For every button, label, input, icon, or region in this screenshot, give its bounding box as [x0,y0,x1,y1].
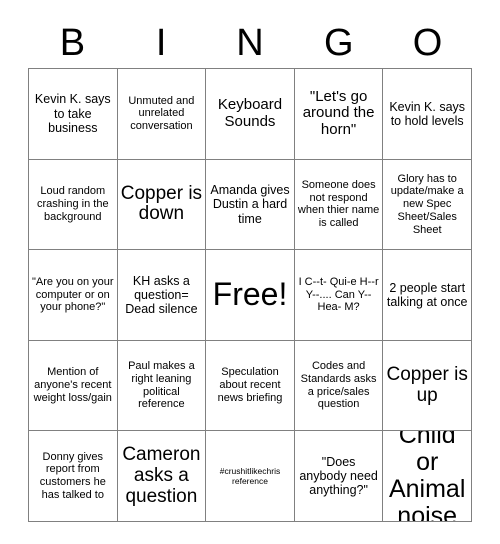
bingo-cell-text: Codes and Standards asks a price/sales q… [300,360,377,411]
bingo-cell-r2-c2[interactable]: Copper is down [117,159,207,251]
bingo-cell-r3-c4[interactable]: I C--t- Qui-e H--r Y--.... Can Y-- Hea- … [294,250,384,341]
bingo-cell-r5-c3[interactable]: #crushitlikechris reference [206,431,295,522]
bingo-header-letter-g: G [324,22,354,64]
bingo-cell-text: Mention of anyone's recent weight loss/g… [33,366,112,404]
bingo-cell-r2-c4[interactable]: Someone does not respond when thier name… [294,159,384,251]
bingo-cell-r2-c5[interactable]: Glory has to update/make a new Spec Shee… [383,159,472,251]
bingo-cell-r5-c5[interactable]: Child or Animal noise [383,431,472,522]
bingo-cell-text: Copper is up [386,363,468,406]
bingo-cell-text: Child or Animal noise [388,431,466,522]
bingo-grid: Kevin K. says to take business Unmuted an… [28,68,472,522]
bingo-cell-r2-c1[interactable]: Loud random crashing in the background [29,159,118,251]
bingo-cell-text: Speculation about recent news briefing [217,366,283,404]
bingo-cell-text: Cameron asks a question [122,443,201,507]
bingo-cell-text: Someone does not respond when thier name… [297,178,380,230]
bingo-cell-text: Kevin K. says to take business [34,92,111,135]
bingo-header-letter-o: O [412,22,443,64]
bingo-cell-r4-c5[interactable]: Copper is up [383,340,472,432]
bingo-cell-r3-c5[interactable]: 2 people start talking at once [383,250,472,341]
bingo-cell-r1-c3[interactable]: Keyboard Sounds [206,69,295,160]
bingo-free-cell[interactable]: Free! [206,250,295,341]
bingo-header-letter-n: N [236,22,264,64]
bingo-cell-r2-c3[interactable]: Amanda gives Dustin a hard time [206,159,295,251]
bingo-header-letters: BINGO [28,18,472,68]
bingo-cell-r1-c2[interactable]: Unmuted and unrelated conversation [117,69,207,160]
bingo-cell-r3-c1[interactable]: "Are you on your computer or on your pho… [29,250,118,341]
bingo-cell-text: Donny gives report from customers he has… [39,450,106,501]
bingo-cell-text: Loud random crashing in the background [37,185,109,223]
bingo-cell-text: Keyboard Sounds [217,96,283,130]
bingo-cell-r1-c4[interactable]: "Let's go around the horn" [294,69,384,160]
bingo-cell-text: Kevin K. says to hold levels [389,99,466,128]
bingo-cell-r3-c2[interactable]: KH asks a question= Dead silence [117,250,207,341]
bingo-cell-r5-c2[interactable]: Cameron asks a question [117,431,207,522]
bingo-cell-text: I C--t- Qui-e H--r Y--.... Can Y-- Hea- … [298,275,379,314]
bingo-cell-text: Unmuted and unrelated conversation [128,94,195,133]
bingo-cell-text: 2 people start talking at once [386,280,468,309]
bingo-cell-text: Paul makes a right leaning political ref… [128,360,195,411]
bingo-cell-text: KH asks a question= Dead silence [125,273,198,317]
bingo-cell-text: Amanda gives Dustin a hard time [210,183,290,226]
bingo-header-letter-b: B [59,22,86,64]
bingo-cell-text: "Are you on your computer or on your pho… [32,275,114,314]
bingo-cell-r1-c5[interactable]: Kevin K. says to hold levels [383,69,472,160]
bingo-cell-r5-c1[interactable]: Donny gives report from customers he has… [29,431,118,522]
bingo-cell-text: Copper is down [120,182,203,225]
bingo-cell-text: #crushitlikechris reference [219,466,281,487]
bingo-cell-r4-c2[interactable]: Paul makes a right leaning political ref… [117,340,207,432]
bingo-cell-r4-c3[interactable]: Speculation about recent news briefing [206,340,295,432]
bingo-cell-r1-c1[interactable]: Kevin K. says to take business [29,69,118,160]
bingo-cell-text: Free! [212,276,288,313]
bingo-header-letter-i: I [155,22,167,64]
bingo-card: B I N G O Kevin K. says to take business Unmu… [0,0,500,544]
bingo-cell-text: "Does anybody need anything?" [299,454,378,498]
bingo-cell-r4-c4[interactable]: Codes and Standards asks a price/sales q… [294,340,384,432]
bingo-cell-text: Glory has to update/make a new Spec Shee… [390,172,464,236]
bingo-cell-text: "Let's go around the horn" [302,87,375,139]
bingo-cell-r5-c4[interactable]: "Does anybody need anything?" [294,431,384,522]
bingo-cell-r4-c1[interactable]: Mention of anyone's recent weight loss/g… [29,340,118,432]
